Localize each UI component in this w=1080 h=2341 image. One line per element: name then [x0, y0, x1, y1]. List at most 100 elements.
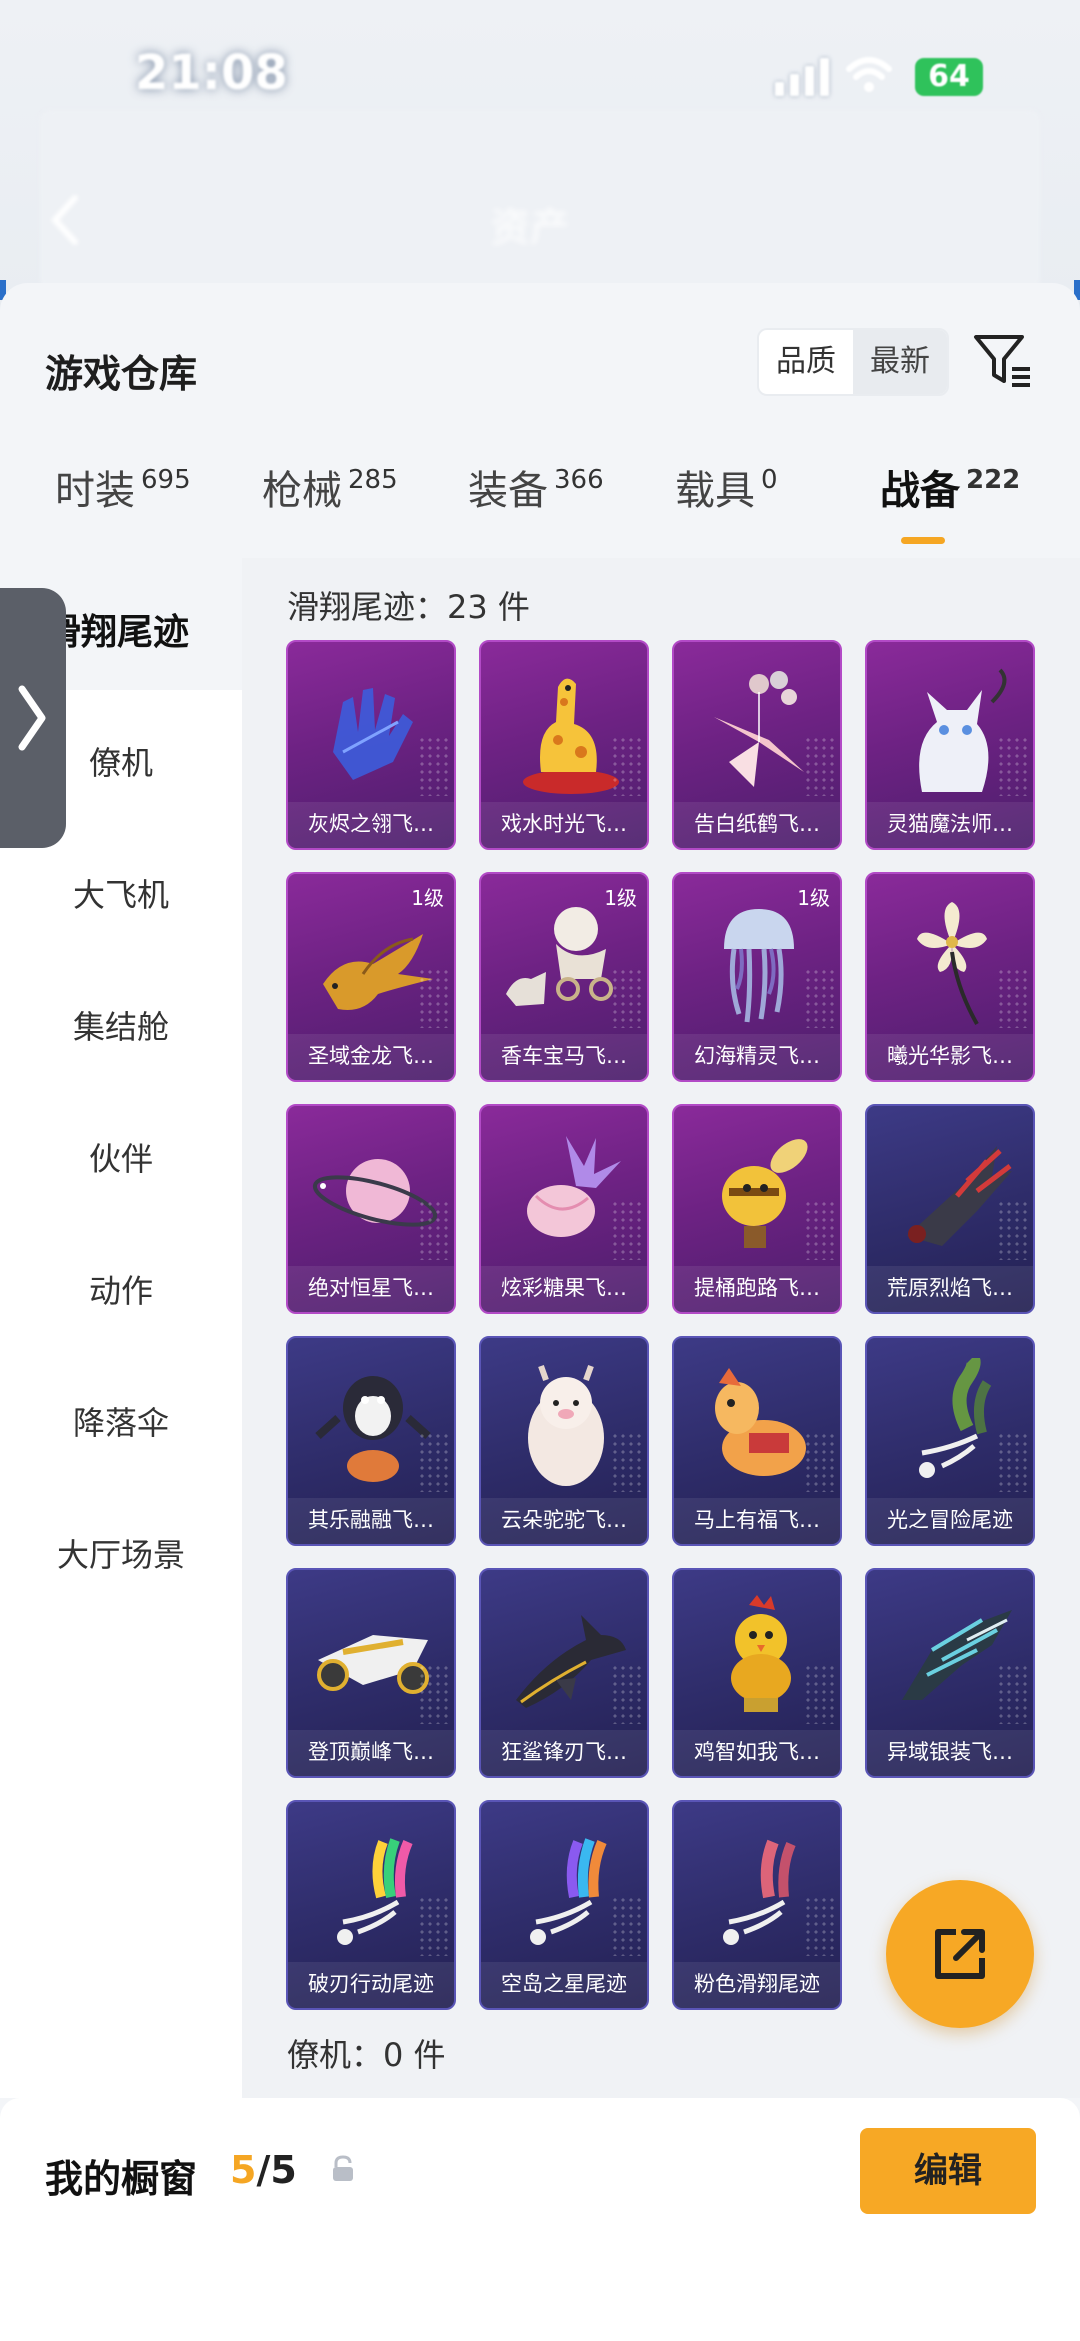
item-name: 荒原烈焰飞…	[867, 1266, 1033, 1312]
filter-icon[interactable]	[972, 331, 1034, 391]
tile-pattern	[418, 968, 448, 1028]
item-name: 异域银装飞…	[867, 1730, 1033, 1776]
battery-indicator: 64	[915, 58, 983, 96]
showcase-current: 5	[230, 2148, 257, 2192]
sort-option-newest[interactable]: 最新	[853, 330, 947, 394]
item-name: 绝对恒星飞…	[288, 1266, 454, 1312]
item-tile[interactable]: 提桶跑路飞…	[672, 1104, 842, 1314]
tab-label: 时装	[55, 468, 135, 514]
tab-vehicles[interactable]: 载具 0	[675, 458, 778, 516]
sidebar-item-partner[interactable]: 伙伴	[0, 1134, 242, 1180]
item-name: 鸡智如我飞…	[674, 1730, 840, 1776]
item-tile[interactable]: 马上有福飞…	[672, 1336, 842, 1546]
share-button[interactable]	[886, 1880, 1034, 2028]
tile-pattern	[418, 1200, 448, 1260]
item-tile[interactable]: 1级 圣域金龙飞…	[286, 872, 456, 1082]
lock-icon	[333, 2155, 353, 2181]
sort-toggle: 品质 最新	[757, 328, 949, 396]
item-tile[interactable]: 光之冒险尾迹	[865, 1336, 1035, 1546]
item-tile[interactable]: 其乐融融飞…	[286, 1336, 456, 1546]
tab-guns[interactable]: 枪械 285	[262, 458, 398, 516]
item-name: 香车宝马飞…	[481, 1034, 647, 1080]
item-name: 马上有福飞…	[674, 1498, 840, 1544]
sidebar-item-lobby-scene[interactable]: 大厅场景	[0, 1530, 242, 1576]
tile-pattern	[418, 1896, 448, 1956]
item-tile[interactable]: 破刃行动尾迹	[286, 1800, 456, 2010]
tab-count: 366	[554, 465, 604, 495]
tile-pattern	[997, 1664, 1027, 1724]
item-tile[interactable]: 鸡智如我飞…	[672, 1568, 842, 1778]
category-tabs: 时装 695 枪械 285 装备 366 载具 0 战备 222	[0, 458, 1080, 538]
showcase-bar: 我的橱窗 5/5 编辑	[0, 2098, 1080, 2341]
sidebar-item-assembly-pod[interactable]: 集结舱	[0, 1002, 242, 1048]
tab-label: 枪械	[262, 468, 342, 514]
item-tile[interactable]: 空岛之星尾迹	[479, 1800, 649, 2010]
status-bar-region: 21:08 64 资产	[0, 0, 1080, 300]
side-expand-handle[interactable]	[0, 588, 66, 848]
showcase-count: 5/5	[230, 2148, 297, 2192]
wifi-icon	[846, 57, 892, 92]
status-time: 21:08	[135, 45, 288, 101]
item-name: 戏水时光飞…	[481, 802, 647, 848]
tab-label: 战备	[880, 468, 960, 514]
page-title: 资产	[490, 205, 570, 251]
item-name: 圣域金龙飞…	[288, 1034, 454, 1080]
tile-pattern	[418, 1432, 448, 1492]
active-tab-indicator	[901, 537, 945, 544]
item-tile[interactable]: 灵猫魔法师…	[865, 640, 1035, 850]
item-name: 空岛之星尾迹	[481, 1962, 647, 2008]
item-name: 光之冒险尾迹	[867, 1498, 1033, 1544]
tab-count: 222	[966, 465, 1021, 495]
tab-count: 695	[141, 465, 191, 495]
tile-pattern	[611, 1432, 641, 1492]
tile-pattern	[997, 1200, 1027, 1260]
item-tile[interactable]: 绝对恒星飞…	[286, 1104, 456, 1314]
item-tile[interactable]: 灰烬之翎飞…	[286, 640, 456, 850]
tab-count: 285	[348, 465, 398, 495]
signal-icon	[775, 58, 829, 96]
item-name: 炫彩糖果飞…	[481, 1266, 647, 1312]
item-tile[interactable]: 1级 香车宝马飞…	[479, 872, 649, 1082]
item-tile[interactable]: 荒原烈焰飞…	[865, 1104, 1035, 1314]
sort-option-quality[interactable]: 品质	[759, 330, 853, 394]
item-tile[interactable]: 曦光华影飞…	[865, 872, 1035, 1082]
tile-pattern	[804, 968, 834, 1028]
item-tile[interactable]: 云朵驼驼飞…	[479, 1336, 649, 1546]
back-arrow-icon[interactable]	[45, 190, 85, 250]
share-external-icon	[935, 1929, 985, 1979]
item-name: 幻海精灵飞…	[674, 1034, 840, 1080]
item-tile[interactable]: 戏水时光飞…	[479, 640, 649, 850]
item-name: 曦光华影飞…	[867, 1034, 1033, 1080]
item-name: 提桶跑路飞…	[674, 1266, 840, 1312]
tile-pattern	[418, 736, 448, 796]
tile-pattern	[611, 1896, 641, 1956]
sidebar-item-emote[interactable]: 动作	[0, 1266, 242, 1312]
sidebar-item-glide-trail[interactable]: 滑翔尾迹	[45, 603, 245, 655]
sidebar-item-big-plane[interactable]: 大飞机	[0, 870, 242, 916]
item-name: 破刃行动尾迹	[288, 1962, 454, 2008]
item-tile[interactable]: 狂鲨锋刃飞…	[479, 1568, 649, 1778]
tile-pattern	[611, 1664, 641, 1724]
item-tile[interactable]: 告白纸鹤飞…	[672, 640, 842, 850]
tile-pattern	[804, 1432, 834, 1492]
chevron-right-icon	[18, 685, 46, 751]
item-name: 狂鲨锋刃飞…	[481, 1730, 647, 1776]
tab-label: 装备	[468, 468, 548, 514]
tab-combat-gear[interactable]: 战备 222	[880, 458, 1020, 516]
item-name: 灵猫魔法师…	[867, 802, 1033, 848]
item-tile[interactable]: 1级 幻海精灵飞…	[672, 872, 842, 1082]
wingman-count-label: 僚机：0 件	[287, 2036, 446, 2074]
item-name: 其乐融融飞…	[288, 1498, 454, 1544]
tile-pattern	[804, 1664, 834, 1724]
sidebar-item-parachute[interactable]: 降落伞	[0, 1398, 242, 1444]
edit-button[interactable]: 编辑	[860, 2128, 1036, 2214]
item-name: 告白纸鹤飞…	[674, 802, 840, 848]
tab-equipment[interactable]: 装备 366	[468, 458, 604, 516]
showcase-title: 我的橱窗	[45, 2157, 198, 2201]
item-tile[interactable]: 炫彩糖果飞…	[479, 1104, 649, 1314]
tile-pattern	[611, 1200, 641, 1260]
item-tile[interactable]: 异域银装飞…	[865, 1568, 1035, 1778]
item-tile[interactable]: 登顶巅峰飞…	[286, 1568, 456, 1778]
item-tile[interactable]: 粉色滑翔尾迹	[672, 1800, 842, 2010]
tab-fashion[interactable]: 时装 695	[55, 458, 191, 516]
